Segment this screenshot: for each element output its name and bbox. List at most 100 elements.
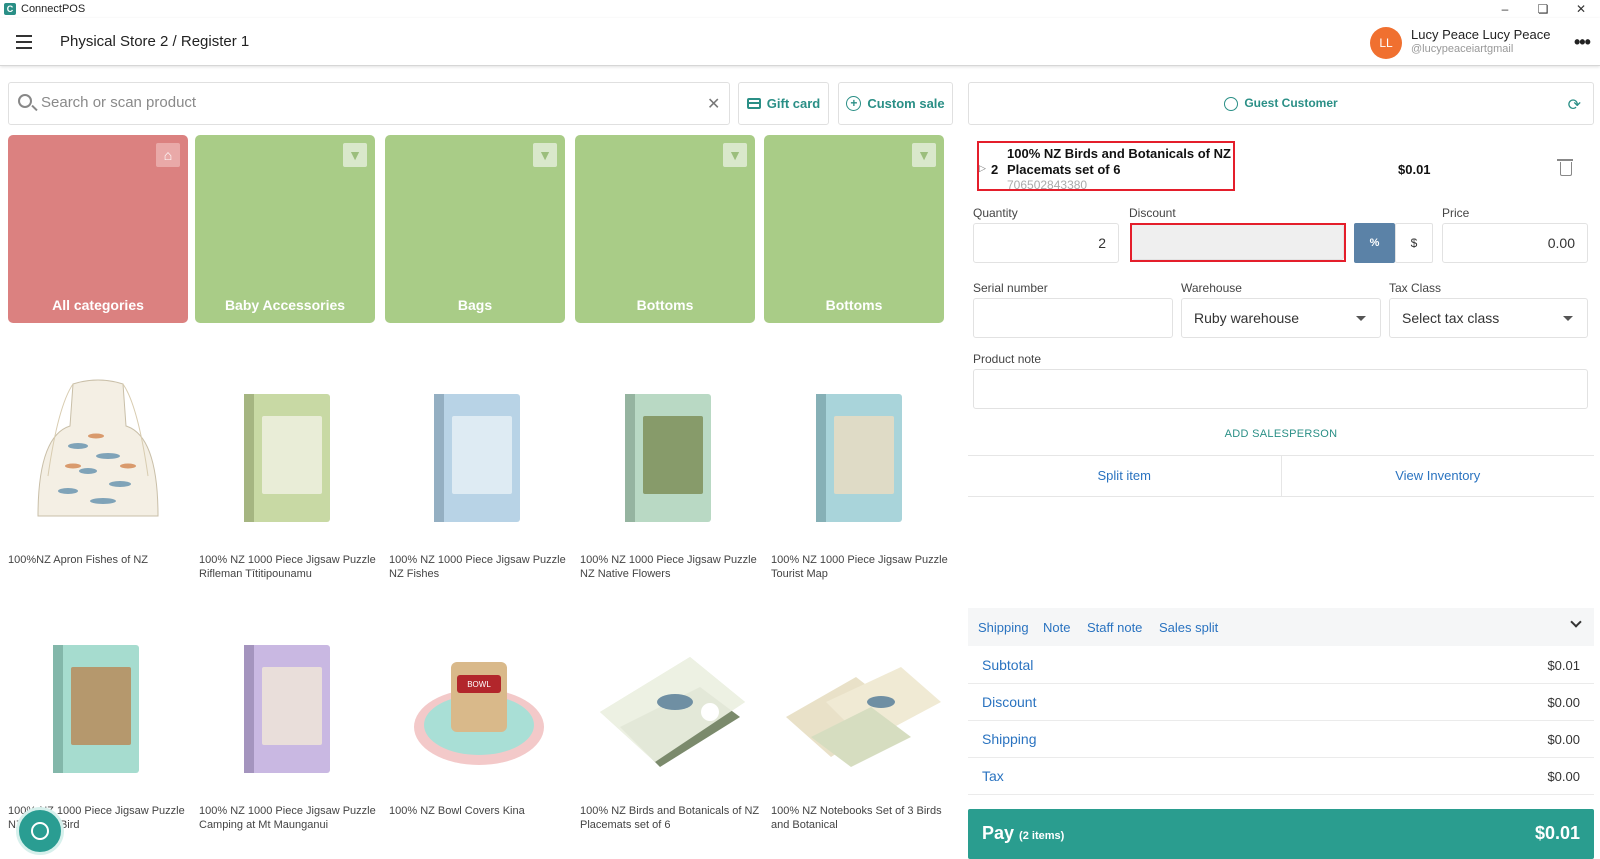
split-item-button[interactable]: Split item (968, 456, 1282, 496)
category-tile-bottoms[interactable]: ▼ Bottoms (575, 135, 755, 323)
customer-selector[interactable]: Guest Customer ⟳ (968, 82, 1594, 125)
minimize-icon[interactable]: – (1486, 0, 1524, 18)
quantity-field[interactable]: 2 (973, 223, 1119, 263)
warehouse-value: Ruby warehouse (1194, 310, 1300, 326)
product-image (580, 617, 760, 797)
product-name: 100% NZ Notebooks Set of 3 Birds and Bot… (771, 805, 942, 831)
customer-name: Guest Customer (1244, 96, 1338, 110)
pay-button[interactable]: Pay (2 items) $0.01 (968, 809, 1594, 859)
total-label[interactable]: Shipping (982, 731, 1037, 747)
category-label: Bags (457, 297, 493, 313)
product-name: 100%NZ Apron Fishes of NZ (8, 554, 149, 566)
total-row: Subtotal $0.01 (968, 647, 1594, 684)
user-name[interactable]: Lucy Peace Lucy Peace (1411, 27, 1550, 42)
product-card[interactable]: 100% NZ Notebooks Set of 3 Birds and Bot… (771, 617, 951, 847)
search-input[interactable] (41, 94, 681, 111)
line-item-sku: 706502843380 (1007, 178, 1088, 191)
total-value: $0.00 (1547, 769, 1580, 784)
category-tile-bottoms-2[interactable]: ▼ Bottoms (764, 135, 944, 323)
search-box[interactable]: ✕ (8, 82, 730, 125)
window-title: ConnectPOS (21, 3, 86, 15)
view-inventory-button[interactable]: View Inventory (1282, 456, 1595, 496)
product-card[interactable]: 100% NZ 1000 Piece Jigsaw Puzzle NZ Fish… (389, 366, 569, 596)
window-titlebar: C ConnectPOS – ❏ ✕ (0, 0, 1600, 18)
tab-sales-split[interactable]: Sales split (1159, 620, 1218, 635)
gift-card-button[interactable]: Gift card (738, 82, 829, 125)
restore-icon[interactable]: ❏ (1524, 0, 1562, 18)
pin-icon[interactable]: ▼ (912, 143, 936, 167)
close-icon[interactable]: ✕ (1562, 0, 1600, 18)
total-row: Discount $0.00 (968, 684, 1594, 721)
pay-label: Pay (982, 823, 1015, 843)
chat-button[interactable] (16, 807, 64, 855)
chevron-down-icon[interactable] (1570, 616, 1582, 628)
total-row: Shipping $0.00 (968, 721, 1594, 758)
product-card[interactable]: 100% NZ Birds and Botanicals of NZ Place… (580, 617, 760, 847)
category-label: All categories (52, 297, 144, 313)
add-salesperson-button[interactable]: ADD SALESPERSON (968, 428, 1594, 440)
taxclass-label: Tax Class (1389, 281, 1442, 295)
search-icon (18, 94, 32, 108)
price-field[interactable]: 0.00 (1442, 223, 1588, 263)
dollar-toggle[interactable]: $ (1395, 223, 1433, 263)
product-image (771, 617, 951, 797)
svg-text:BOWL: BOWL (467, 680, 491, 689)
home-icon: ⌂ (156, 143, 180, 167)
taxclass-select[interactable]: Select tax class (1389, 298, 1588, 338)
discount-label: Discount (1129, 206, 1176, 220)
product-image (580, 366, 760, 546)
product-image (771, 366, 951, 546)
total-value: $0.00 (1547, 732, 1580, 747)
total-row: Tax $0.00 (968, 758, 1594, 795)
total-label[interactable]: Subtotal (982, 657, 1033, 673)
warehouse-select[interactable]: Ruby warehouse (1181, 298, 1381, 338)
custom-sale-label: Custom sale (867, 96, 945, 111)
expand-caret-icon[interactable]: ▷ (979, 163, 986, 174)
product-image (389, 366, 569, 546)
pin-icon[interactable]: ▼ (723, 143, 747, 167)
product-note-field[interactable] (973, 369, 1588, 409)
tab-note[interactable]: Note (1043, 620, 1070, 635)
avatar[interactable]: LL (1370, 27, 1402, 59)
gift-card-label: Gift card (766, 96, 821, 111)
product-name: 100% NZ Bowl Covers Kina (389, 805, 525, 817)
product-card[interactable]: 100% NZ 1000 Piece Jigsaw Puzzle Tourist… (771, 366, 951, 596)
custom-sale-button[interactable]: + Custom sale (838, 82, 953, 125)
total-label[interactable]: Discount (982, 694, 1036, 710)
pin-icon[interactable]: ▼ (343, 143, 367, 167)
gift-card-icon (746, 98, 761, 109)
serial-field[interactable] (973, 298, 1173, 338)
tab-shipping[interactable]: Shipping (978, 620, 1029, 635)
product-name: 100% NZ 1000 Piece Jigsaw Puzzle NZ Nati… (580, 554, 757, 580)
line-item-price: $0.01 (1398, 162, 1431, 177)
product-card[interactable]: BOWL 100% NZ Bowl Covers Kina (389, 617, 569, 847)
order-tabs: Shipping Note Staff note Sales split (968, 608, 1594, 646)
percent-toggle[interactable]: % (1354, 223, 1395, 263)
item-actions: Split item View Inventory (968, 455, 1594, 497)
menu-icon[interactable] (16, 35, 32, 49)
category-tile-all[interactable]: ⌂ All categories (8, 135, 188, 323)
product-card[interactable]: 100% NZ 1000 Piece Jigsaw Puzzle Camping… (199, 617, 379, 847)
product-name: 100% NZ 1000 Piece Jigsaw Puzzle NZ Fish… (389, 554, 566, 580)
app-header: Physical Store 2 / Register 1 LL Lucy Pe… (0, 18, 1600, 66)
person-icon (1224, 96, 1239, 111)
user-handle: @lucypeaceiartgmail (1411, 43, 1514, 55)
category-tile-baby-accessories[interactable]: ▼ Baby Accessories (195, 135, 375, 323)
category-label: Bottoms (825, 297, 883, 313)
product-card[interactable]: 100%NZ Apron Fishes of NZ (8, 366, 188, 596)
product-image: BOWL (389, 617, 569, 797)
refresh-icon[interactable]: ⟳ (1568, 95, 1581, 115)
quantity-label: Quantity (973, 206, 1018, 220)
pin-icon[interactable]: ▼ (533, 143, 557, 167)
category-tile-bags[interactable]: ▼ Bags (385, 135, 565, 323)
total-label[interactable]: Tax (982, 768, 1004, 784)
price-label: Price (1442, 206, 1470, 220)
product-card[interactable]: 100% NZ 1000 Piece Jigsaw Puzzle NZ Nati… (580, 366, 760, 596)
product-card[interactable]: 100% NZ 1000 Piece Jigsaw Puzzle Riflema… (199, 366, 379, 596)
more-options-icon[interactable]: ••• (1574, 32, 1591, 53)
product-name: 100% NZ Birds and Botanicals of NZ Place… (580, 805, 760, 831)
trash-icon[interactable] (1557, 159, 1573, 176)
pay-item-count: (2 items) (1019, 830, 1065, 842)
tab-staff-note[interactable]: Staff note (1087, 620, 1142, 635)
clear-icon[interactable]: ✕ (707, 94, 720, 114)
